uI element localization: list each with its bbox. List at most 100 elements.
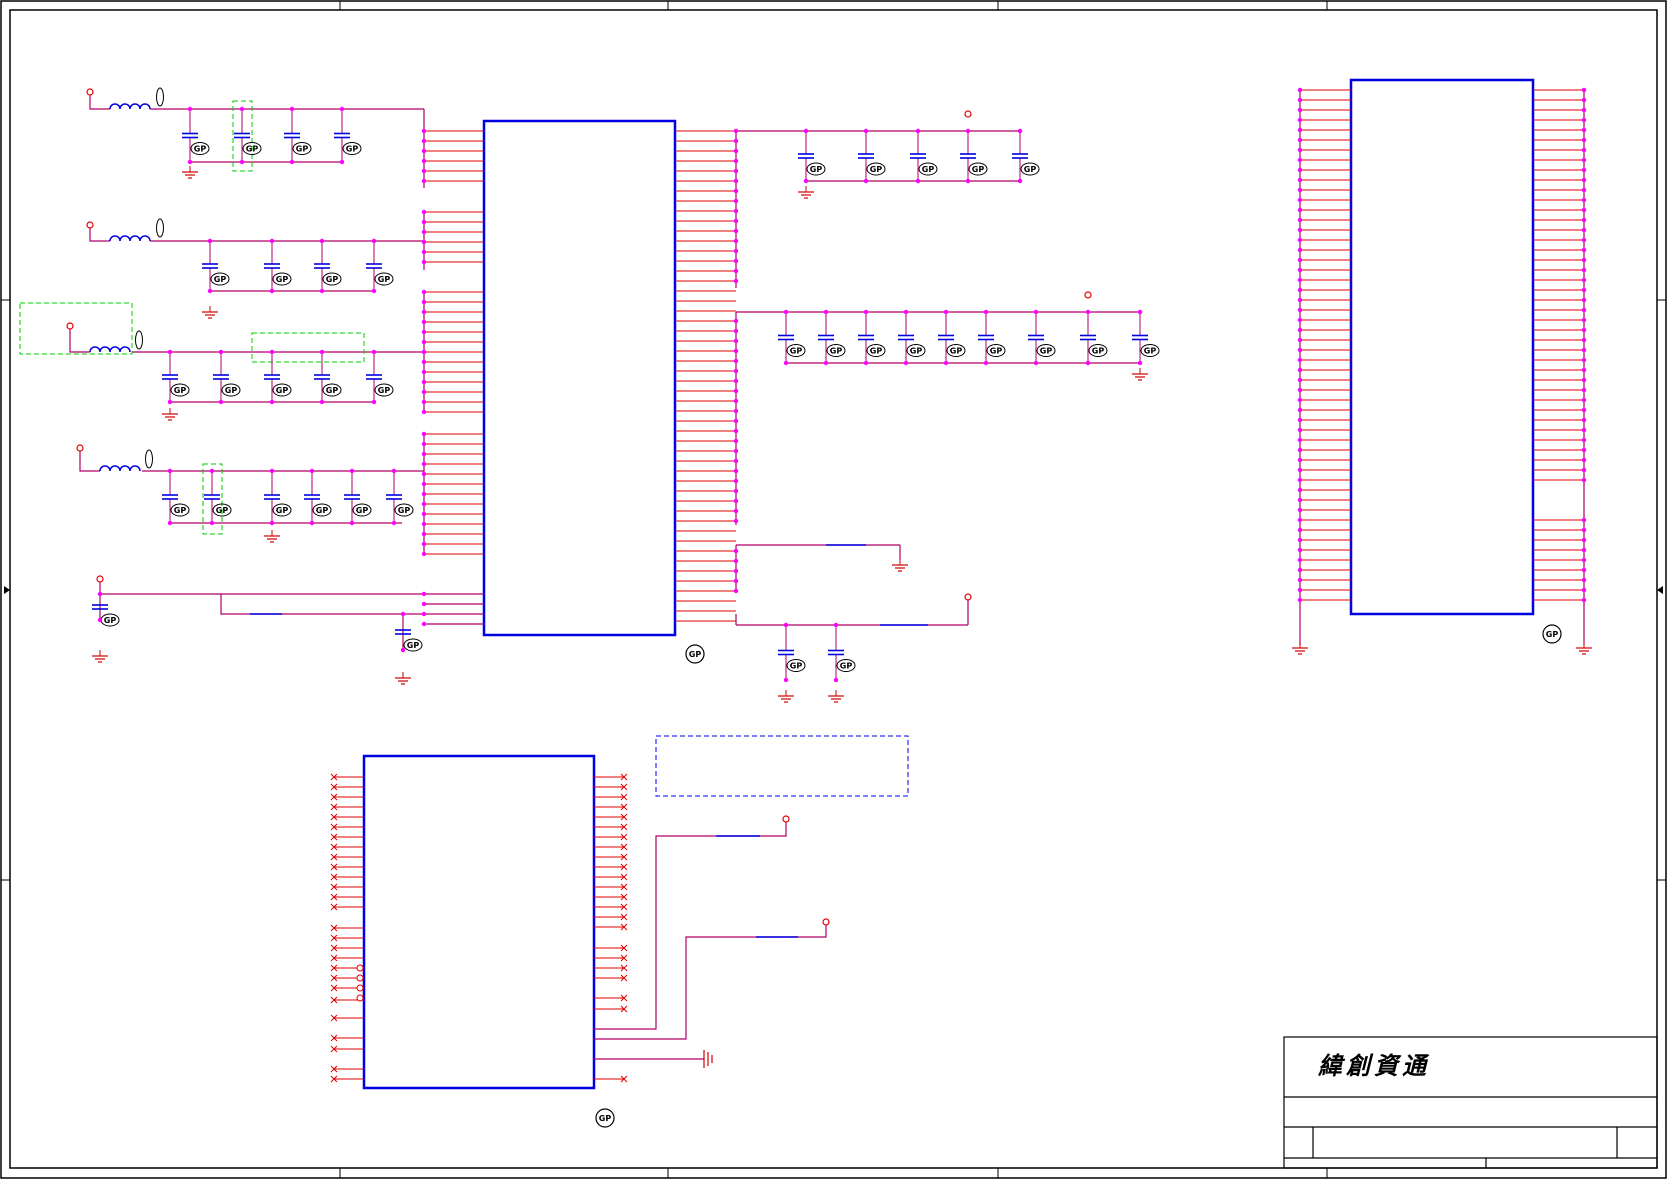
junction-dot [823, 360, 829, 366]
junction-dot [1297, 277, 1303, 283]
junction-dot [421, 511, 427, 517]
junction-dot [733, 318, 739, 324]
gp-marker-icon: GP [836, 659, 856, 672]
zone-ticks [1, 1, 1666, 1178]
junction-dot [421, 178, 427, 184]
gp-marker-icon: GP [394, 503, 414, 517]
ground-icon [1132, 368, 1148, 381]
junction-dot [207, 288, 213, 294]
gp-marker-label: GP [276, 386, 289, 395]
gp-marker-label: GP [870, 347, 883, 356]
junction-dot [1297, 317, 1303, 323]
inductor-l1 [109, 103, 151, 110]
gp-marker-icon: GP [100, 613, 120, 627]
gp-marker-label: GP [378, 386, 391, 395]
junction-dot [349, 520, 355, 526]
junction-dot [733, 328, 739, 334]
junction-dot [167, 349, 173, 355]
junction-dot [733, 248, 739, 254]
gp-marker-icon: GP [918, 162, 938, 176]
junction-dot [421, 601, 427, 607]
inductors [89, 103, 151, 472]
junction-dot [1581, 427, 1587, 433]
junction-dot [1581, 557, 1587, 563]
junction-dot [421, 541, 427, 547]
gp-marker-icon: GP [221, 383, 241, 397]
gp-marker-label: GP [216, 506, 229, 515]
gp-marker-label: GP [214, 275, 227, 284]
gp-marker-label: GP [1024, 165, 1037, 174]
junction-dot [733, 258, 739, 264]
junction-dot [421, 209, 427, 215]
junction-dot [319, 238, 325, 244]
junction-dot [1581, 187, 1587, 193]
junction-dot [209, 520, 215, 526]
junction-dot [733, 458, 739, 464]
gp-marker-icon: GP [322, 383, 342, 397]
junction-dot [733, 378, 739, 384]
gp-marker-label: GP [104, 616, 117, 625]
junction-dot [733, 548, 739, 554]
junction-dot [1581, 147, 1587, 153]
gp-marker-icon: GP [786, 659, 806, 672]
gp-marker-label: GP [326, 386, 339, 395]
junction-dot [1297, 487, 1303, 493]
junction-dot [733, 368, 739, 374]
junction-dot [218, 399, 224, 405]
gp-marker-label: GP [870, 165, 883, 174]
junction-dot [733, 188, 739, 194]
junction-dot [733, 138, 739, 144]
junction-dot [1581, 477, 1587, 483]
gp-marker-icon: GP [374, 383, 394, 397]
junction-dot [1297, 587, 1303, 593]
main-ic-right-pins [675, 130, 736, 622]
junction-dot [983, 309, 989, 315]
svg-text:GP: GP [1546, 630, 1559, 639]
junction-dot [1297, 217, 1303, 223]
junction-dot [319, 349, 325, 355]
junction-dot [421, 359, 427, 365]
junction-dot [371, 238, 377, 244]
junction-dot [167, 399, 173, 405]
junction-dot [1297, 297, 1303, 303]
junction-dot [733, 358, 739, 364]
junction-dot [733, 268, 739, 274]
ground-icon [182, 166, 198, 179]
pin-bubble [356, 994, 364, 1002]
junction-dot [733, 388, 739, 394]
junction-dot [391, 468, 397, 474]
gp-marker-label: GP [326, 275, 339, 284]
power-rails [69, 90, 1585, 1060]
junction-dot [289, 159, 295, 165]
junction-dot [421, 471, 427, 477]
junction-dot [1297, 187, 1303, 193]
junction-dot [965, 178, 971, 184]
gp-marker-icon: GP [1140, 344, 1160, 357]
junction-dot [733, 518, 739, 524]
junction-dot [823, 309, 829, 315]
junction-dot [319, 288, 325, 294]
junction-dot [1581, 137, 1587, 143]
gp-marker-label: GP [972, 165, 985, 174]
junction-dot [400, 611, 406, 617]
junction-dot [733, 498, 739, 504]
junction-dot [269, 520, 275, 526]
junction-dot [733, 488, 739, 494]
junction-dot [1297, 157, 1303, 163]
junction-dot [733, 418, 739, 424]
junction-dot [943, 360, 949, 366]
junction-dot [1581, 107, 1587, 113]
junction-dot [1581, 287, 1587, 293]
junction-dot [733, 228, 739, 234]
junction-dot [1297, 357, 1303, 363]
pin-bubble [356, 974, 364, 982]
gp-marker-icon: GP [170, 383, 190, 397]
junction-dot [783, 677, 789, 683]
junction-dot [187, 106, 193, 112]
junction-dot [1581, 547, 1587, 553]
gp-marker-main: GP [685, 644, 705, 664]
junction-dot [1297, 407, 1303, 413]
junction-dot [733, 448, 739, 454]
junction-dot [1581, 587, 1587, 593]
ground-icon [92, 650, 108, 663]
